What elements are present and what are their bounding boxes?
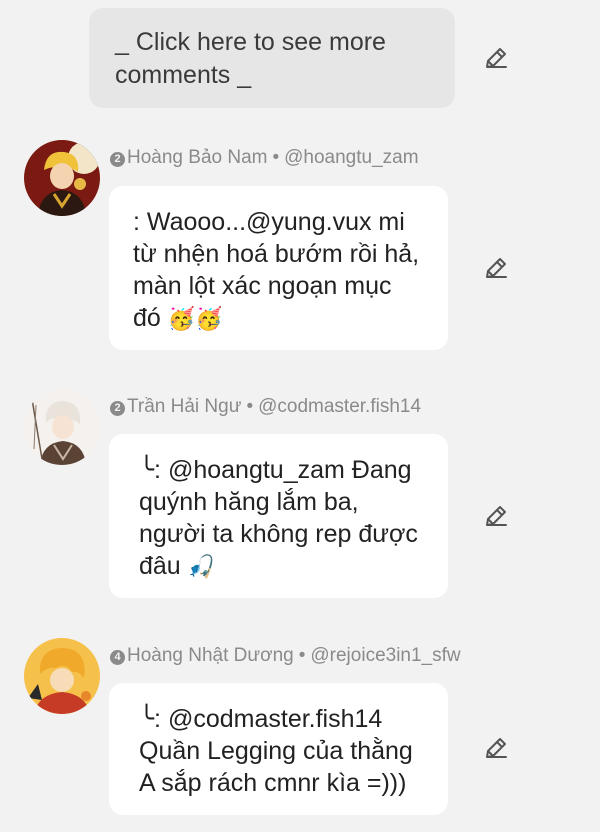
- reply-prefix: ╰:: [139, 705, 168, 733]
- comment-text: @codmaster.fish14 Quần Legging của thằng…: [139, 705, 413, 797]
- reply-prefix: ╰:: [139, 456, 168, 484]
- comment-bubble: : Waooo...@yung.vux mi từ nhện hoá bướm …: [109, 186, 448, 350]
- see-more-comments-button[interactable]: _ Click here to see more comments _: [89, 8, 455, 108]
- comment-emoji: 🎣: [187, 555, 216, 580]
- commenter-handle[interactable]: @hoangtu_zam: [284, 147, 418, 168]
- comment-bubble: ╰: @codmaster.fish14 Quần Legging của th…: [109, 683, 448, 815]
- commenter-handle[interactable]: @rejoice3in1_sfw: [310, 645, 460, 666]
- rank-badge: 2: [110, 152, 125, 167]
- separator: •: [298, 645, 306, 666]
- comment-emoji: 🥳🥳: [167, 307, 223, 332]
- avatar[interactable]: [24, 140, 100, 216]
- commenter-name[interactable]: Trần Hải Ngư: [127, 396, 241, 417]
- pencil-edit-icon[interactable]: [482, 734, 510, 762]
- commenter-name[interactable]: Hoàng Bảo Nam: [127, 147, 267, 168]
- comment-bubble: ╰: @hoangtu_zam Đang quýnh hăng lắm ba, …: [109, 434, 448, 598]
- pencil-edit-icon[interactable]: [482, 254, 510, 282]
- commenter-handle[interactable]: @codmaster.fish14: [258, 396, 421, 417]
- pencil-edit-icon[interactable]: [482, 44, 510, 72]
- separator: •: [272, 147, 280, 168]
- rank-badge: 2: [110, 401, 125, 416]
- avatar[interactable]: [24, 638, 100, 714]
- comment-meta: 2 Hoàng Bảo Nam • @hoangtu_zam: [110, 145, 419, 171]
- comment-meta: 2 Trần Hải Ngư • @codmaster.fish14: [110, 394, 421, 420]
- comment-text: @hoangtu_zam Đang quýnh hăng lắm ba, ngư…: [139, 456, 418, 580]
- avatar[interactable]: [24, 389, 100, 465]
- comment-meta: 4 Hoàng Nhật Dương • @rejoice3in1_sfw: [110, 643, 461, 669]
- separator: •: [246, 396, 254, 417]
- pencil-edit-icon[interactable]: [482, 502, 510, 530]
- reply-prefix: :: [133, 208, 147, 236]
- commenter-name[interactable]: Hoàng Nhật Dương: [127, 645, 294, 666]
- rank-badge: 4: [110, 650, 125, 665]
